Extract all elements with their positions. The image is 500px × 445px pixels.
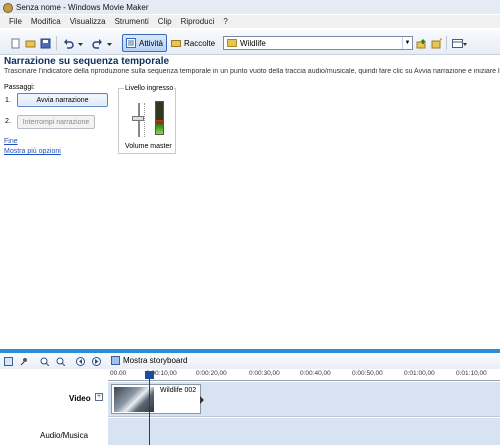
show-storyboard-label: Mostra storyboard bbox=[123, 356, 188, 365]
input-level-meter bbox=[155, 101, 164, 135]
master-volume-label: Volume master bbox=[125, 143, 172, 150]
timeline-ruler[interactable]: 00.00 0:00:10,00 0:00:20,00 0:00:30,00 0… bbox=[108, 370, 500, 381]
menu-bar: File Modifica Visualizza Strumenti Clip … bbox=[0, 15, 500, 28]
input-level-fill bbox=[156, 119, 163, 134]
menu-file[interactable]: File bbox=[9, 17, 22, 26]
storyboard-view-icon[interactable] bbox=[4, 357, 13, 366]
zoom-in-icon[interactable] bbox=[40, 357, 49, 366]
toolbar-separator bbox=[446, 36, 447, 50]
up-folder-icon[interactable] bbox=[416, 38, 427, 49]
storyboard-icon bbox=[111, 356, 120, 365]
expand-video-track-icon[interactable]: + bbox=[95, 393, 103, 401]
task-title: Narrazione su sequenza temporale bbox=[4, 56, 170, 67]
clip-name: Wildlife 002 bbox=[160, 387, 197, 394]
show-more-options-link[interactable]: Mostra più opzioni bbox=[4, 148, 61, 155]
folder-icon bbox=[227, 39, 237, 47]
input-level-label: Livello ingresso bbox=[124, 85, 175, 92]
new-project-icon[interactable] bbox=[10, 38, 21, 49]
tasks-icon bbox=[126, 38, 136, 48]
redo-dropdown-icon[interactable] bbox=[106, 38, 113, 49]
volume-slider-thumb[interactable] bbox=[132, 116, 144, 121]
clip-trim-handle[interactable] bbox=[200, 396, 204, 404]
clip-thumbnail bbox=[114, 387, 154, 412]
chevron-down-icon[interactable]: ▼ bbox=[402, 37, 412, 49]
play-timeline-icon[interactable] bbox=[92, 357, 101, 366]
undo-icon[interactable] bbox=[63, 38, 74, 49]
main-toolbar: Attività Raccolte Wildlife ▼ bbox=[0, 30, 500, 55]
step-2-number: 2. bbox=[5, 118, 11, 125]
finish-link[interactable]: Fine bbox=[4, 138, 18, 145]
zoom-out-icon[interactable] bbox=[56, 357, 65, 366]
video-clip[interactable]: Wildlife 002 bbox=[111, 384, 204, 414]
ruler-tick: 0:00:30,00 bbox=[249, 370, 280, 377]
save-project-icon[interactable] bbox=[40, 38, 51, 49]
collection-value: Wildlife bbox=[240, 38, 266, 48]
collections-button[interactable]: Raccolte bbox=[168, 34, 218, 52]
ruler-tick: 0:00:50,00 bbox=[352, 370, 383, 377]
menu-help[interactable]: ? bbox=[223, 17, 227, 26]
open-project-icon[interactable] bbox=[25, 38, 36, 49]
collections-label: Raccolte bbox=[184, 38, 216, 48]
video-track-label: Video bbox=[69, 394, 91, 403]
undo-dropdown-icon[interactable] bbox=[77, 38, 84, 49]
step-1-number: 1. bbox=[5, 97, 11, 104]
tasks-button[interactable]: Attività bbox=[122, 34, 168, 52]
title-bar: Senza nome - Windows Movie Maker bbox=[0, 0, 500, 14]
volume-slider-ticks bbox=[144, 103, 147, 137]
toolbar-separator bbox=[56, 36, 57, 50]
collections-folder-icon bbox=[171, 40, 181, 47]
ruler-tick: 0:00:20,00 bbox=[196, 370, 227, 377]
start-narration-button[interactable]: Avvia narrazione bbox=[17, 93, 108, 107]
steps-label: Passaggi: bbox=[4, 84, 35, 91]
menu-view[interactable]: Visualizza bbox=[70, 17, 106, 26]
tasks-label: Attività bbox=[139, 38, 164, 48]
ruler-tick: 0:01:10,00 bbox=[456, 370, 487, 377]
new-collection-icon[interactable] bbox=[431, 38, 442, 49]
views-icon[interactable] bbox=[452, 38, 467, 49]
movie-maker-icon bbox=[2, 2, 13, 13]
menu-tools[interactable]: Strumenti bbox=[115, 17, 149, 26]
redo-icon[interactable] bbox=[92, 38, 103, 49]
playback-indicator-line bbox=[149, 378, 150, 445]
audio-music-track[interactable] bbox=[108, 418, 500, 445]
timeline-divider[interactable] bbox=[0, 349, 500, 353]
window-title: Senza nome - Windows Movie Maker bbox=[16, 2, 149, 12]
collection-select[interactable]: Wildlife ▼ bbox=[223, 36, 413, 50]
ruler-tick: 0:00:40,00 bbox=[300, 370, 331, 377]
audio-track-label: Audio/Musica bbox=[40, 431, 89, 440]
stop-narration-button[interactable]: Interrompi narrazione bbox=[17, 115, 95, 129]
narrate-microphone-icon[interactable] bbox=[20, 357, 29, 366]
ruler-tick: 00.00 bbox=[110, 370, 127, 377]
rewind-icon[interactable] bbox=[76, 357, 85, 366]
show-storyboard-button[interactable]: Mostra storyboard bbox=[111, 356, 187, 365]
task-description: Trascinare l'indicatore della riproduzio… bbox=[4, 68, 500, 75]
ruler-tick: 0:01:00,00 bbox=[404, 370, 435, 377]
menu-edit[interactable]: Modifica bbox=[31, 17, 61, 26]
timeline-toolbar bbox=[0, 354, 500, 369]
menu-play[interactable]: Riproduci bbox=[181, 17, 215, 26]
menu-clip[interactable]: Clip bbox=[158, 17, 172, 26]
